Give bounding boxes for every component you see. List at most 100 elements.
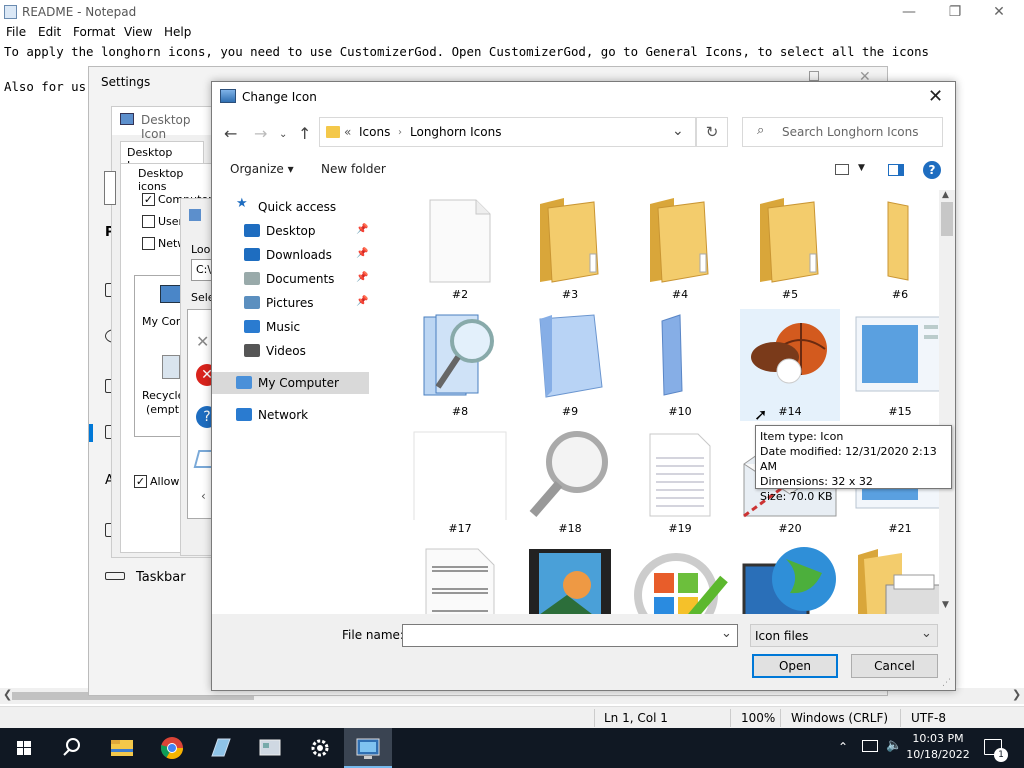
pin-icon[interactable]: 📌 bbox=[356, 296, 368, 307]
refresh-button[interactable]: ↻ bbox=[696, 117, 728, 147]
my-computer-icon[interactable] bbox=[160, 285, 182, 303]
icon-item[interactable]: #3 bbox=[520, 192, 620, 304]
up-arrow-icon[interactable]: ↑ bbox=[298, 124, 311, 143]
change-icon-taskbar-icon[interactable] bbox=[344, 728, 392, 768]
address-bar[interactable]: « Icons › Longhorn Icons ⌄ bbox=[319, 117, 696, 147]
forward-arrow-icon[interactable]: → bbox=[254, 124, 267, 143]
icon-item[interactable]: #5 bbox=[740, 192, 840, 304]
breadcrumb-icons[interactable]: Icons bbox=[359, 125, 390, 139]
help-icon[interactable]: ? bbox=[923, 161, 941, 179]
minimize-button[interactable]: — bbox=[886, 0, 932, 24]
file-type-select[interactable]: Icon files ⌄ bbox=[750, 624, 938, 647]
sidebar-item-videos[interactable]: Videos bbox=[266, 340, 306, 362]
taskbar-clock[interactable]: 10:03 PM 10/18/2022 bbox=[906, 731, 970, 763]
scroll-thumb[interactable] bbox=[941, 202, 953, 236]
icon-item[interactable]: #15 bbox=[850, 309, 939, 421]
vertical-scrollbar[interactable]: ▲ ▼ bbox=[939, 190, 955, 614]
settings-maximize-icon[interactable] bbox=[809, 71, 819, 81]
tab-desktop-icons[interactable]: Desktop Icons bbox=[120, 141, 204, 172]
file-type-dropdown-icon[interactable]: ⌄ bbox=[921, 626, 932, 641]
folder-icon bbox=[754, 194, 826, 289]
close-button[interactable]: ✕ bbox=[976, 0, 1022, 24]
menu-format[interactable]: Format bbox=[73, 25, 115, 39]
resize-grip-icon[interactable]: ⋰ bbox=[942, 678, 951, 688]
icon-item[interactable]: #8 bbox=[410, 309, 510, 421]
new-folder-button[interactable]: New folder bbox=[321, 162, 386, 176]
menu-edit[interactable]: Edit bbox=[38, 25, 61, 39]
menu-view[interactable]: View bbox=[124, 25, 152, 39]
scroll-left-icon[interactable]: ‹ bbox=[201, 489, 206, 503]
app-taskbar-icon[interactable] bbox=[196, 728, 244, 768]
menu-file[interactable]: File bbox=[6, 25, 26, 39]
item-tooltip: Item type: Icon Date modified: 12/31/202… bbox=[755, 425, 952, 503]
scroll-down-icon[interactable]: ▼ bbox=[942, 600, 949, 610]
sidebar-item-quick-access[interactable]: Quick access bbox=[258, 196, 336, 218]
scroll-right-icon[interactable]: ❯ bbox=[1012, 688, 1021, 701]
cancel-button[interactable]: Cancel bbox=[851, 654, 938, 678]
maximize-button[interactable]: ❐ bbox=[932, 0, 978, 24]
chrome-taskbar-icon[interactable] bbox=[148, 728, 196, 768]
breadcrumb-overflow[interactable]: « bbox=[344, 125, 351, 139]
menu-help[interactable]: Help bbox=[164, 25, 191, 39]
icon-item[interactable] bbox=[740, 543, 840, 614]
file-name-input[interactable]: ⌄ bbox=[402, 624, 738, 647]
show-hidden-icons-icon[interactable]: ⌃ bbox=[838, 740, 848, 754]
recent-chevron-icon[interactable]: ⌄ bbox=[279, 129, 287, 140]
sidebar-item-desktop[interactable]: Desktop bbox=[266, 220, 316, 242]
dialog-title: Change Icon bbox=[242, 90, 317, 104]
icon-item[interactable]: #10 bbox=[630, 309, 730, 421]
search-taskbar-button[interactable] bbox=[48, 728, 96, 768]
icon-item[interactable]: #6 bbox=[850, 192, 939, 304]
dialog-close-button[interactable]: ✕ bbox=[928, 86, 943, 107]
back-arrow-icon[interactable]: ← bbox=[224, 124, 237, 143]
breadcrumb-longhorn-icons[interactable]: Longhorn Icons bbox=[410, 125, 501, 139]
clock-time: 10:03 PM bbox=[912, 732, 964, 745]
network-icon[interactable] bbox=[862, 740, 878, 752]
icon-item[interactable] bbox=[630, 543, 730, 614]
recycle-bin-icon[interactable] bbox=[162, 355, 180, 379]
icon-grid: #2 #3 #4 #5 #6 #8 #9 #10 #14 #15 #17 #18 #19 #20 #21 bbox=[387, 190, 939, 614]
icon-item[interactable]: #9 bbox=[520, 309, 620, 421]
folder-icon bbox=[534, 194, 606, 289]
sidebar-item-music[interactable]: Music bbox=[266, 316, 300, 338]
icon-item[interactable]: #17 bbox=[410, 426, 510, 538]
settings-taskbar-icon[interactable] bbox=[296, 728, 344, 768]
dialog-footer: File name: ⌄ Icon files ⌄ Open Cancel ⋰ bbox=[212, 614, 955, 690]
pin-icon[interactable]: 📌 bbox=[356, 272, 368, 283]
balls-icon bbox=[745, 311, 835, 406]
organize-menu[interactable]: Organize ▾ bbox=[230, 162, 294, 176]
icon-item[interactable]: #19 bbox=[630, 426, 730, 538]
file-explorer-taskbar-icon[interactable] bbox=[98, 728, 146, 768]
icon-item[interactable] bbox=[410, 543, 510, 614]
checkbox-computer[interactable]: ✓ bbox=[142, 193, 155, 206]
checkbox-user[interactable] bbox=[142, 215, 155, 228]
scroll-up-icon[interactable]: ▲ bbox=[942, 190, 949, 200]
view-options-icon[interactable] bbox=[835, 164, 849, 175]
view-dropdown-icon[interactable]: ▼ bbox=[858, 163, 865, 173]
sidebar-item-pictures[interactable]: Pictures bbox=[266, 292, 314, 314]
preview-pane-icon[interactable] bbox=[888, 164, 904, 176]
icon-item[interactable]: #4 bbox=[630, 192, 730, 304]
icon-item[interactable] bbox=[520, 543, 620, 614]
pin-icon[interactable]: 📌 bbox=[356, 248, 368, 259]
volume-icon[interactable]: 🔈 bbox=[886, 738, 902, 753]
file-name-dropdown-icon[interactable]: ⌄ bbox=[721, 626, 732, 641]
start-button[interactable] bbox=[0, 728, 48, 768]
sidebar-item-downloads[interactable]: Downloads bbox=[266, 244, 332, 266]
sidebar-item-my-computer[interactable]: My Computer bbox=[258, 372, 339, 394]
network-icon bbox=[236, 408, 252, 421]
icon-item[interactable] bbox=[850, 543, 939, 614]
icon-item[interactable]: #18 bbox=[520, 426, 620, 538]
open-button[interactable]: Open bbox=[752, 654, 838, 678]
checkbox-allow-themes[interactable]: ✓ bbox=[134, 475, 147, 488]
address-dropdown-icon[interactable]: ⌄ bbox=[672, 123, 684, 139]
pin-icon[interactable]: 📌 bbox=[356, 224, 368, 235]
scroll-left-icon[interactable]: ❮ bbox=[3, 688, 12, 701]
checkbox-network[interactable] bbox=[142, 237, 155, 250]
icon-item[interactable]: #2 bbox=[410, 192, 510, 304]
control-panel-taskbar-icon[interactable] bbox=[246, 728, 294, 768]
sidebar-item-network[interactable]: Network bbox=[258, 404, 308, 426]
settings-nav-taskbar[interactable]: Taskbar bbox=[136, 570, 186, 585]
sidebar-item-documents[interactable]: Documents bbox=[266, 268, 334, 290]
search-box[interactable]: ⌕ Search Longhorn Icons bbox=[742, 117, 943, 147]
